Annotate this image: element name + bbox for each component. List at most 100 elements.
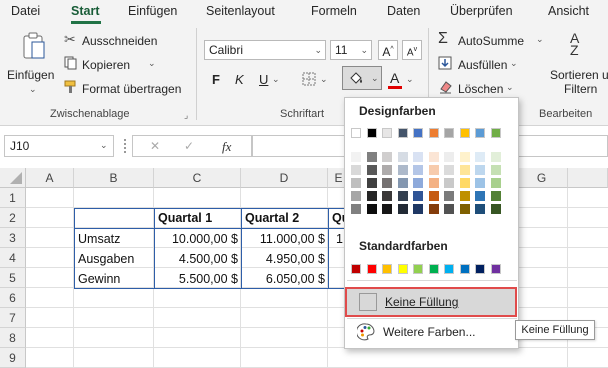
theme-shade-swatch[interactable] (382, 152, 392, 162)
insert-function-button[interactable]: fx (222, 139, 231, 155)
theme-shade-swatch[interactable] (397, 178, 408, 188)
theme-shade-swatch[interactable] (351, 178, 361, 188)
copy-icon[interactable] (64, 56, 78, 73)
decrease-font-size-button[interactable]: Av (402, 40, 422, 60)
borders-icon[interactable] (302, 72, 316, 89)
sort-filter-icon[interactable]: AZ (570, 31, 579, 57)
italic-button[interactable]: K (235, 72, 244, 87)
clear-button[interactable]: Löschen (458, 82, 503, 96)
sort-filter-button[interactable]: Sortieren u (550, 68, 608, 82)
theme-shade-swatch[interactable] (413, 191, 423, 201)
theme-shade-swatch[interactable] (382, 191, 392, 201)
eraser-icon[interactable] (438, 80, 452, 97)
theme-shade-swatch[interactable] (459, 204, 470, 214)
theme-color-swatch[interactable] (475, 128, 485, 138)
paste-icon[interactable] (22, 32, 46, 62)
row-header-2[interactable]: 2 (0, 208, 26, 228)
fill-dropdown-chevron-icon[interactable]: ⌄ (510, 58, 518, 69)
standard-color-swatch[interactable] (428, 264, 439, 274)
theme-shade-swatch[interactable] (428, 178, 439, 188)
row-header-7[interactable]: 7 (0, 308, 26, 328)
cell-d5[interactable]: 6.050,00 $ (242, 269, 328, 289)
theme-shade-swatch[interactable] (490, 152, 501, 162)
theme-shade-swatch[interactable] (444, 191, 454, 201)
tab-datei[interactable]: Datei (11, 4, 40, 18)
theme-shade-swatch[interactable] (351, 152, 361, 162)
column-header-g[interactable]: G (516, 168, 568, 188)
theme-shade-swatch[interactable] (413, 178, 423, 188)
theme-shade-swatch[interactable] (490, 204, 501, 214)
tab-überprüfen[interactable]: Überprüfen (450, 4, 513, 18)
theme-shade-swatch[interactable] (444, 165, 454, 175)
row-header-4[interactable]: 4 (0, 248, 26, 268)
clear-dropdown-chevron-icon[interactable]: ⌄ (506, 82, 514, 93)
cell-d2[interactable]: Quartal 2 (242, 208, 328, 228)
theme-shade-swatch[interactable] (475, 152, 485, 162)
dialog-launcher-icon[interactable]: ⌟ (184, 110, 188, 121)
theme-shade-swatch[interactable] (351, 204, 361, 214)
theme-color-swatch[interactable] (459, 128, 470, 138)
theme-shade-swatch[interactable] (413, 152, 423, 162)
theme-shade-swatch[interactable] (444, 178, 454, 188)
theme-shade-swatch[interactable] (444, 204, 454, 214)
select-all-corner[interactable] (0, 168, 26, 188)
theme-shade-swatch[interactable] (490, 191, 501, 201)
underline-dropdown-chevron-icon[interactable]: ⌄ (272, 74, 280, 85)
theme-shade-swatch[interactable] (382, 165, 392, 175)
autosum-icon[interactable]: Σ (438, 30, 448, 48)
theme-color-swatch[interactable] (413, 128, 423, 138)
fill-color-button[interactable]: ⌄ (342, 66, 382, 90)
theme-shade-swatch[interactable] (490, 178, 501, 188)
theme-color-swatch[interactable] (382, 128, 392, 138)
theme-shade-swatch[interactable] (459, 165, 470, 175)
tab-ansicht[interactable]: Ansicht (548, 4, 589, 18)
theme-shade-swatch[interactable] (475, 178, 485, 188)
font-color-button[interactable]: A (390, 70, 399, 86)
standard-color-swatch[interactable] (382, 264, 392, 274)
standard-color-swatch[interactable] (397, 264, 408, 274)
theme-shade-swatch[interactable] (428, 152, 439, 162)
theme-shade-swatch[interactable] (459, 191, 470, 201)
cancel-icon[interactable]: ✕ (150, 139, 160, 153)
cell-c2[interactable]: Quartal 1 (155, 208, 241, 228)
theme-shade-swatch[interactable] (382, 178, 392, 188)
theme-shade-swatch[interactable] (475, 165, 485, 175)
theme-shade-swatch[interactable] (351, 165, 361, 175)
cell-c4[interactable]: 4.500,00 $ (155, 249, 241, 269)
theme-color-swatch[interactable] (428, 128, 439, 138)
theme-shade-swatch[interactable] (490, 165, 501, 175)
cell-c3[interactable]: 10.000,00 $ (155, 229, 241, 249)
theme-shade-swatch[interactable] (413, 204, 423, 214)
tab-seitenlayout[interactable]: Seitenlayout (206, 4, 275, 18)
bold-button[interactable]: F (212, 72, 220, 87)
theme-shade-swatch[interactable] (413, 165, 423, 175)
row-header-5[interactable]: 5 (0, 268, 26, 288)
format-painter-icon[interactable] (64, 80, 78, 97)
theme-shade-swatch[interactable] (428, 165, 439, 175)
standard-color-swatch[interactable] (413, 264, 423, 274)
standard-color-swatch[interactable] (490, 264, 501, 274)
cell-c5[interactable]: 5.500,00 $ (155, 269, 241, 289)
paste-dropdown-chevron-icon[interactable]: ⌄ (29, 84, 37, 95)
theme-shade-swatch[interactable] (366, 152, 377, 162)
autosum-button[interactable]: AutoSumme (458, 34, 524, 48)
theme-color-swatch[interactable] (366, 128, 377, 138)
theme-shade-swatch[interactable] (397, 191, 408, 201)
tab-daten[interactable]: Daten (387, 4, 420, 18)
cell-b5[interactable]: Gewinn (75, 269, 154, 289)
row-header-3[interactable]: 3 (0, 228, 26, 248)
copy-dropdown-chevron-icon[interactable]: ⌄ (148, 58, 156, 69)
theme-shade-swatch[interactable] (366, 191, 377, 201)
fill-button[interactable]: Ausfüllen (458, 58, 507, 72)
format-painter-button[interactable]: Format übertragen (82, 82, 181, 96)
theme-shade-swatch[interactable] (475, 204, 485, 214)
theme-shade-swatch[interactable] (366, 165, 377, 175)
font-size-combobox[interactable]: 11 ⌄ (330, 40, 372, 60)
tab-formeln[interactable]: Formeln (311, 4, 357, 18)
theme-shade-swatch[interactable] (459, 152, 470, 162)
autosum-dropdown-chevron-icon[interactable]: ⌄ (536, 34, 544, 45)
column-header-b[interactable]: B (74, 168, 154, 188)
row-header-8[interactable]: 8 (0, 328, 26, 348)
theme-shade-swatch[interactable] (444, 152, 454, 162)
theme-shade-swatch[interactable] (397, 165, 408, 175)
